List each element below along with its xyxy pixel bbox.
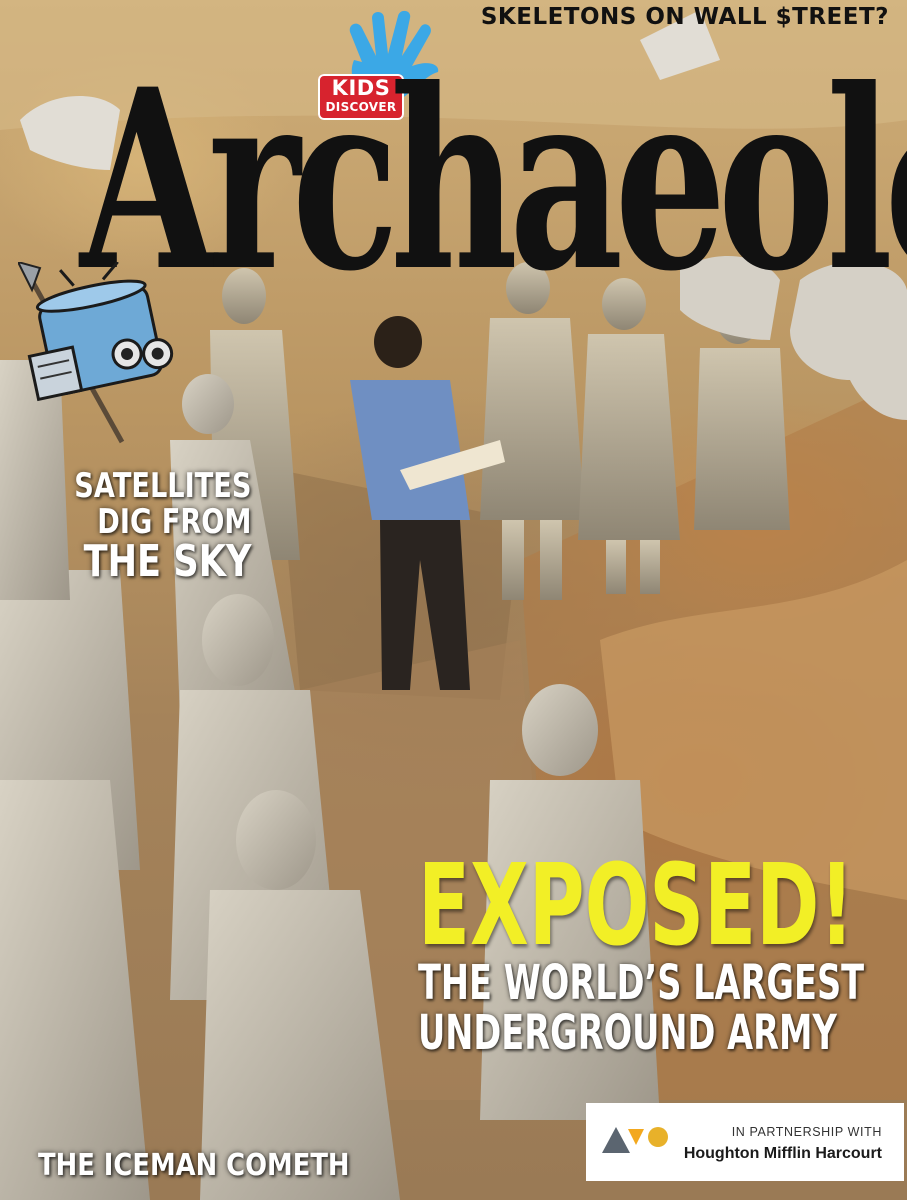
partnership-label: IN PARTNERSHIP WITH (731, 1125, 882, 1139)
satellites-line-1: SATELLITES (74, 466, 252, 506)
satellites-headline: SATELLITES DIG FROM THE SKY (30, 468, 251, 584)
partner-name: Houghton Mifflin Harcourt (683, 1145, 882, 1162)
top-headline: SKELETONS ON WALL $TREET? (480, 4, 889, 30)
exposed-headline: EXPOSED! (418, 841, 855, 971)
subhead-line-2: UNDERGROUND ARMY (418, 1005, 837, 1061)
partnership-box: IN PARTNERSHIP WITH Houghton Mifflin Har… (586, 1103, 904, 1181)
satellites-line-2: DIG FROM (97, 502, 252, 542)
magazine-title: Archaeology (80, 36, 907, 327)
iceman-headline: THE ICEMAN COMETH (38, 1148, 350, 1183)
army-subheadline: THE WORLD’S LARGEST UNDERGROUND ARMY (418, 958, 864, 1058)
subhead-line-1: THE WORLD’S LARGEST (418, 955, 865, 1011)
hmh-logo-icon (602, 1127, 668, 1153)
satellites-line-3: THE SKY (83, 536, 252, 587)
satellite-cartoon-icon (18, 262, 174, 444)
magazine-cover: KIDS DISCOVER Archaeology SKELETONS ON W… (0, 0, 907, 1200)
